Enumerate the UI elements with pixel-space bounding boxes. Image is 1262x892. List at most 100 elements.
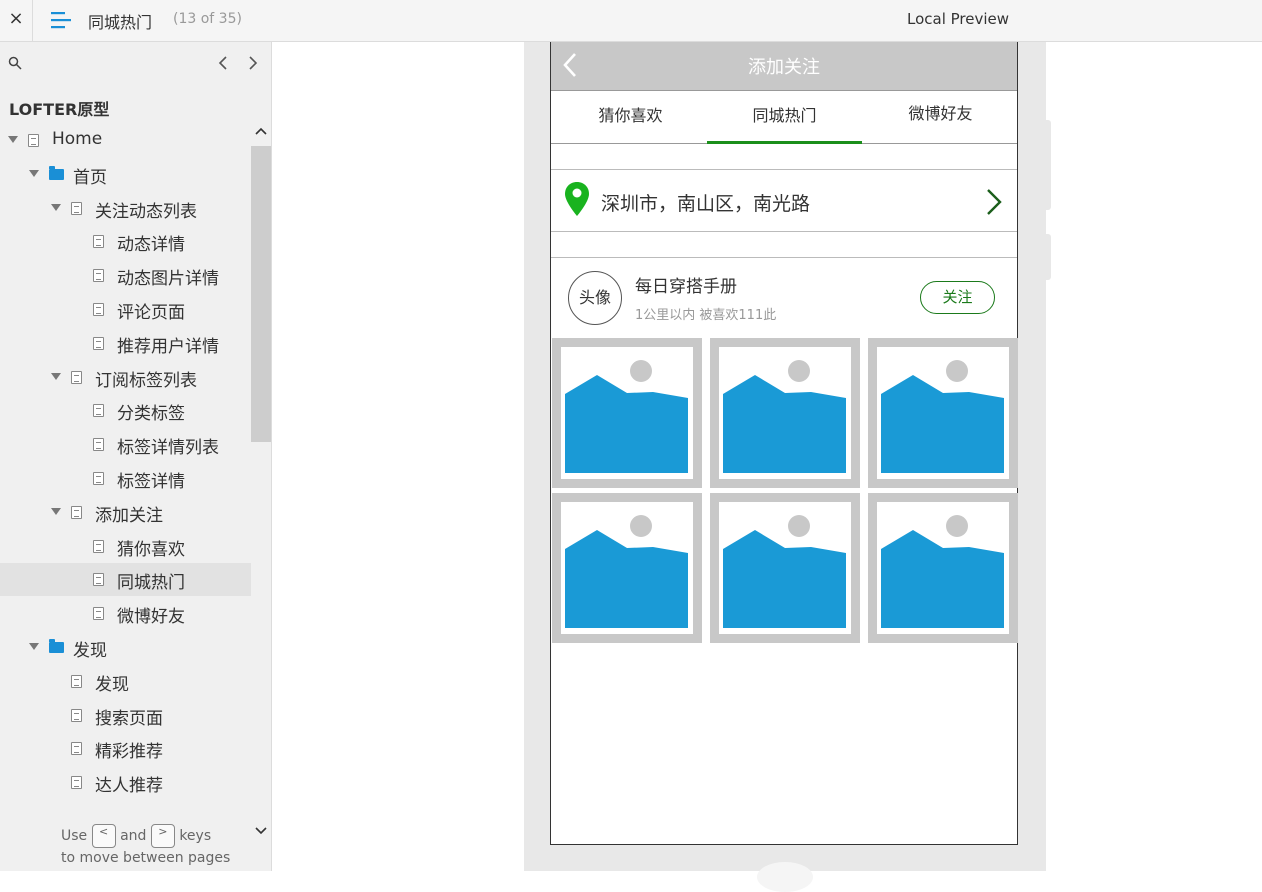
tree-item[interactable]: 标签详情列表 [0,428,251,461]
page-icon [71,776,82,790]
scroll-down-icon[interactable] [255,824,267,836]
sidebar-toolbar [0,42,271,84]
caret-down-icon[interactable] [51,507,61,515]
phone-side-button [1046,234,1051,280]
caret-down-icon[interactable] [29,169,39,177]
image-placeholder[interactable] [552,493,702,643]
page-icon [93,269,104,283]
phone-home-button [757,862,813,892]
page-icon [28,134,39,147]
phone-side-button [1046,120,1051,210]
tree-item-label: 发现 [73,641,107,661]
caret-down-icon[interactable] [51,372,61,380]
image-icon [723,360,846,473]
follow-button[interactable]: 关注 [920,281,995,314]
sidebar-scrollbar[interactable] [251,124,271,844]
scroll-up-icon[interactable] [255,126,267,138]
user-name[interactable]: 每日穿搭手册 [635,272,737,297]
tree-item-label: 发现 [95,674,129,695]
tree-item[interactable]: Home [0,124,251,157]
tree-item[interactable]: 同城热门 [0,563,251,597]
page-icon [93,607,104,621]
tree-item[interactable]: 添加关注 [0,496,251,529]
tree-item[interactable]: 达人推荐 [0,766,251,799]
page-icon [71,674,82,688]
phone-screen: 添加关注 猜你喜欢 同城热门 微博好友 深圳市，南山区，南光路 头像 每日穿搭手… [550,42,1018,845]
tree-item[interactable]: 猜你喜欢 [0,530,251,563]
tree-item[interactable]: 关注动态列表 [0,192,251,225]
page-icon [71,201,82,215]
menu-icon[interactable] [50,9,72,31]
image-placeholder[interactable] [710,338,860,488]
tab-guess-you-like[interactable]: 猜你喜欢 [553,91,708,144]
tree-item-label: 动态详情 [117,235,185,256]
tree-item-label: 达人推荐 [95,776,163,797]
page-title: 同城热门 [88,13,153,32]
tree-item[interactable]: 发现 [0,665,251,698]
tree-item-label: 标签详情 [117,472,185,492]
tree-item[interactable]: 动态详情 [0,225,251,258]
tree-item[interactable]: 评论页面 [0,293,251,326]
page-icon [71,505,82,519]
project-title: LOFTER原型 [9,100,110,119]
prev-key-icon: < [91,824,116,848]
page-count: (13 of 35) [173,11,242,27]
hint-and-text: and [120,828,147,844]
image-placeholder[interactable] [868,338,1018,488]
tab-weibo-friends[interactable]: 微博好友 [863,91,1018,144]
image-grid [552,338,1018,643]
tree-item-label: 猜你喜欢 [117,539,185,560]
page-icon [93,472,104,485]
hint-keys-text: keys [179,828,212,844]
tree-item-label: 推荐用户详情 [117,336,219,357]
tree-item[interactable]: 标签详情 [0,462,251,495]
tree-item-label: 微博好友 [117,607,185,628]
hint-line: Use < and > keys [61,824,211,848]
location-pin-icon [565,182,589,216]
top-bar: × 同城热门 (13 of 35) Local Preview [0,0,1262,42]
image-icon [565,360,688,473]
close-button[interactable]: × [0,0,33,41]
image-icon [565,515,688,628]
image-placeholder[interactable] [552,338,702,488]
location-text: 深圳市，南山区，南光路 [601,193,811,215]
tree-item-label: 分类标签 [117,404,185,425]
tree-item-label: 标签详情列表 [117,438,219,459]
page-icon [93,573,104,587]
tree-item[interactable]: 动态图片详情 [0,259,251,292]
tree-item[interactable]: 首页 [0,158,251,191]
tree-item-label: 精彩推荐 [95,742,163,763]
tree-item[interactable]: 微博好友 [0,597,251,630]
tab-local-popular[interactable]: 同城热门 [707,91,862,144]
page-icon [93,539,104,553]
page-icon [71,742,82,756]
tab-bar: 猜你喜欢 同城热门 微博好友 [551,90,1017,144]
chevron-right-icon[interactable] [245,53,261,73]
caret-down-icon[interactable] [51,203,61,211]
image-icon [881,360,1004,473]
tree-item-label: 同城热门 [117,573,185,594]
search-icon[interactable] [8,56,22,70]
scrollbar-thumb[interactable] [251,146,271,442]
tree-item[interactable]: 订阅标签列表 [0,361,251,394]
user-row: 头像 每日穿搭手册 1公里以内 被喜欢111此 关注 [551,258,1017,338]
location-row[interactable]: 深圳市，南山区，南光路 [551,169,1017,232]
image-placeholder[interactable] [868,493,1018,643]
hint-use-text: Use [61,828,88,844]
tree-item[interactable]: 发现 [0,631,251,664]
caret-down-icon[interactable] [8,136,18,143]
tree-item[interactable]: 分类标签 [0,394,251,427]
caret-down-icon[interactable] [29,643,39,650]
chevron-right-icon [987,189,1002,215]
tree-item[interactable]: 精彩推荐 [0,732,251,765]
chevron-left-icon[interactable] [215,53,231,73]
tree-item-label: Home [52,129,103,149]
tree-item-label: 搜索页面 [95,708,163,729]
tree-item[interactable]: 搜索页面 [0,699,251,732]
tree-item[interactable]: 推荐用户详情 [0,327,251,360]
user-meta: 1公里以内 被喜欢111此 [635,308,777,323]
image-icon [881,515,1004,628]
avatar[interactable]: 头像 [568,271,622,325]
image-icon [723,515,846,628]
image-placeholder[interactable] [710,493,860,643]
